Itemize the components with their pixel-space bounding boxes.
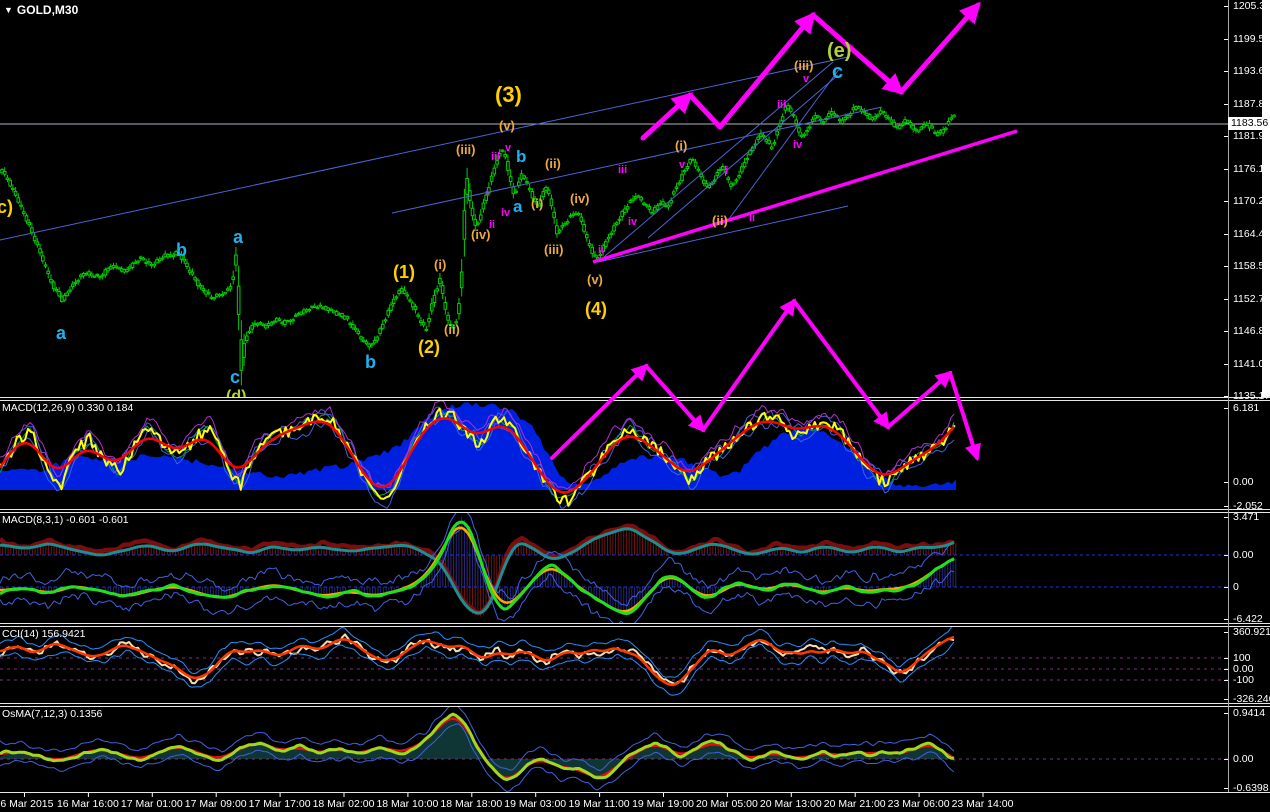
macd2-panel[interactable] xyxy=(0,513,1228,623)
macd2-axis-label: 3.471 xyxy=(1233,511,1260,523)
osma-axis-label: 0.00 xyxy=(1233,753,1254,765)
time-axis-label: 18 Mar 18:00 xyxy=(440,798,503,810)
current-price-tag: 1183.56 xyxy=(1228,117,1270,130)
time-axis-label: 18 Mar 10:00 xyxy=(376,798,439,810)
time-axis-label: 16 Mar 16:00 xyxy=(56,798,119,810)
cci-axis-label: -100 xyxy=(1233,674,1255,686)
time-axis-label: 20 Mar 21:00 xyxy=(823,798,886,810)
time-axis-label: 19 Mar 11:00 xyxy=(568,798,630,810)
time-axis-label: 17 Mar 17:00 xyxy=(248,798,311,810)
macd2-axis-label: 0.00 xyxy=(1233,549,1254,561)
macd1-axis-label: 0.00 xyxy=(1233,476,1254,488)
main-chart-panel[interactable] xyxy=(0,0,1228,397)
osma-axis-label: -0.6398 xyxy=(1233,782,1269,794)
time-axis-label: 19 Mar 19:00 xyxy=(632,798,694,810)
time-axis-label: 17 Mar 01:00 xyxy=(120,798,183,810)
time-axis: 16 Mar 2015 16 Mar 16:00 17 Mar 01:00 17 Ma… xyxy=(0,795,1228,812)
time-axis-label: 23 Mar 14:00 xyxy=(951,798,1014,810)
time-axis-label: 16 Mar 2015 xyxy=(0,798,54,810)
macd2-axis-label: -6.422 xyxy=(1233,613,1263,625)
time-axis-label: 20 Mar 13:00 xyxy=(759,798,822,810)
time-axis-label: 20 Mar 05:00 xyxy=(695,798,758,810)
osma-panel[interactable] xyxy=(0,707,1228,792)
macd2-axis-label: 0 xyxy=(1233,581,1239,593)
cci-axis-label: 360.9211 xyxy=(1233,626,1270,638)
macd1-panel[interactable] xyxy=(0,401,1228,509)
time-axis-label: 23 Mar 06:00 xyxy=(887,798,950,810)
macd1-axis-label: 6.181 xyxy=(1233,402,1260,414)
osma-axis-label: 0.9414 xyxy=(1233,707,1266,719)
cci-panel[interactable] xyxy=(0,627,1228,703)
time-axis-label: 18 Mar 02:00 xyxy=(312,798,375,810)
time-axis-label: 19 Mar 03:00 xyxy=(504,798,567,810)
mt4-chart-window: ▼ GOLD,M30 1183.56 1205.37 1199.52 1193.67 1… xyxy=(0,0,1270,812)
time-axis-label: 17 Mar 09:00 xyxy=(184,798,247,810)
cci-axis-label: -326.2469 xyxy=(1233,693,1270,705)
